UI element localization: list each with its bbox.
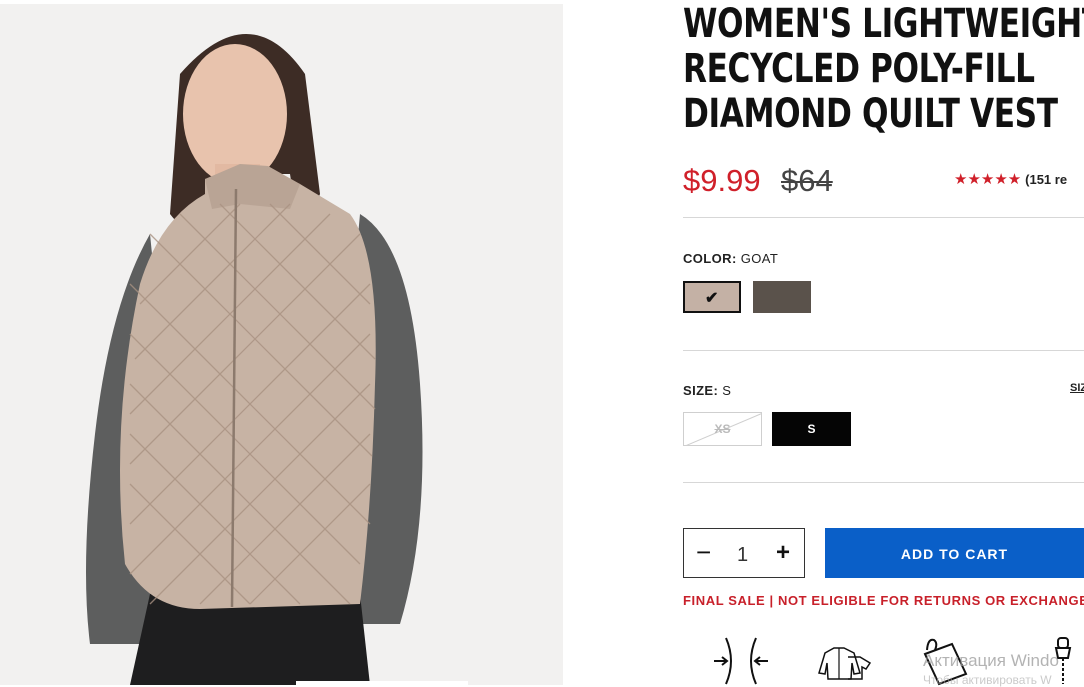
fit-arrows-icon — [714, 637, 768, 685]
divider — [683, 350, 1084, 351]
quantity-stepper[interactable]: − 1 + — [683, 528, 805, 578]
size-label: SIZE: S — [683, 383, 731, 398]
size-option-s-label: S — [807, 422, 816, 436]
size-option-xs-label: XS — [714, 422, 731, 436]
title-line-3: DIAMOND QUILT VEST — [683, 91, 1058, 137]
size-guide-link[interactable]: SIZ — [1070, 382, 1084, 394]
decrease-quantity-button[interactable]: − — [696, 537, 711, 567]
color-selected-value: GOAT — [740, 251, 779, 266]
quantity-value[interactable]: 1 — [737, 544, 748, 567]
checkmark-icon: ✔ — [705, 290, 719, 307]
divider — [683, 482, 1084, 483]
sale-price: $9.99 — [683, 163, 761, 198]
size-label-title: SIZE: — [683, 383, 719, 398]
size-selected-value: S — [722, 383, 732, 398]
add-to-cart-button[interactable]: ADD TO CART — [825, 528, 1084, 578]
size-option-xs[interactable]: XS — [683, 412, 762, 446]
title-line-2: RECYCLED POLY-FILL — [683, 46, 1035, 92]
color-label: COLOR: GOAT — [683, 251, 778, 266]
original-price: $64 — [781, 163, 833, 198]
title-line-1: WOMEN'S LIGHTWEIGHT — [683, 1, 1084, 47]
review-count-link[interactable]: (151 re — [1025, 172, 1067, 187]
image-scroll-indicator — [296, 681, 468, 685]
swatch-dark[interactable] — [753, 281, 811, 313]
product-image[interactable] — [0, 4, 563, 685]
windows-activation-watermark: Активация Windo — [923, 651, 1059, 670]
product-title: WOMEN'S LIGHTWEIGHT RECYCLED POLY-FILL D… — [683, 1, 1084, 137]
final-sale-notice: FINAL SALE | NOT ELIGIBLE FOR RETURNS OR… — [683, 593, 1084, 608]
increase-quantity-button[interactable]: + — [776, 538, 790, 568]
swatch-goat[interactable]: ✔ — [683, 281, 741, 313]
product-photo — [0, 4, 563, 685]
divider — [683, 217, 1084, 218]
color-label-title: COLOR: — [683, 251, 737, 266]
layering-jacket-icon — [818, 647, 872, 680]
rating-stars-icon: ★★★★★ — [954, 171, 1022, 188]
size-option-s[interactable]: S — [772, 412, 851, 446]
rating-summary[interactable]: ★★★★★ (151 re — [954, 170, 1067, 188]
